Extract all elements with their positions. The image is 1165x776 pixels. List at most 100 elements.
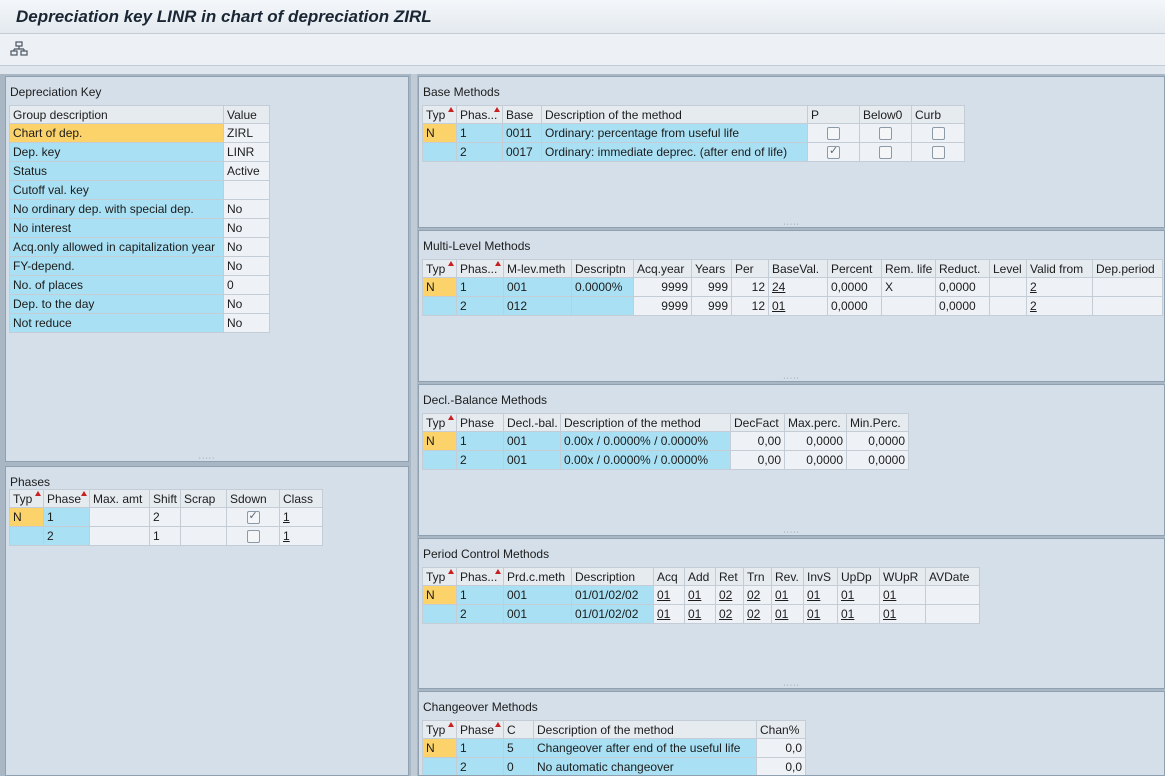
column-header-decl-bal[interactable]: Decl.-bal.	[503, 413, 561, 432]
ret-cell[interactable]: 02	[715, 604, 744, 624]
reduct-cell[interactable]: 0,0000	[935, 277, 990, 297]
wupr-link[interactable]: 01	[883, 588, 896, 602]
invs-link[interactable]: 01	[807, 588, 820, 602]
acq-year-cell[interactable]: 9999	[633, 277, 692, 297]
phas-cell[interactable]: 1	[456, 277, 504, 297]
typ-cell[interactable]	[422, 757, 457, 775]
rev-cell[interactable]: 01	[771, 604, 804, 624]
description-of-the-method-cell[interactable]: Changeover after end of the useful life	[533, 738, 757, 758]
m-lev-meth-cell[interactable]: 001	[503, 277, 572, 297]
value-cell[interactable]: No	[223, 313, 270, 333]
c-cell[interactable]: 0	[503, 757, 534, 775]
group-description-cell[interactable]: Not reduce	[9, 313, 224, 333]
column-header-decfact[interactable]: DecFact	[730, 413, 785, 432]
column-header-max-perc[interactable]: Max.perc.	[784, 413, 847, 432]
rem-life-cell[interactable]: X	[881, 277, 936, 297]
checkbox-checked[interactable]	[246, 509, 260, 525]
column-header-updp[interactable]: UpDp	[837, 567, 880, 586]
column-header-typ[interactable]: Typ	[422, 567, 457, 586]
table-row[interactable]: 2 0017 Ordinary: immediate deprec. (after …	[422, 142, 965, 162]
max-amt-cell[interactable]	[89, 507, 150, 527]
column-header-baseval[interactable]: BaseVal.	[768, 259, 828, 278]
description-cell[interactable]: Ordinary: percentage from useful life	[541, 123, 808, 143]
chan-cell[interactable]: 0,0	[756, 738, 806, 758]
years-cell[interactable]: 999	[691, 277, 732, 297]
group-description-cell[interactable]: FY-depend.	[9, 256, 224, 276]
updp-link[interactable]: 01	[841, 607, 854, 621]
column-header-typ[interactable]: Typ	[9, 489, 44, 508]
decfact-cell[interactable]: 0,00	[730, 450, 785, 470]
shift-cell[interactable]: 1	[149, 526, 181, 546]
acq-link[interactable]: 01	[657, 588, 670, 602]
reduct-cell[interactable]: 0,0000	[935, 296, 990, 316]
max-perc-cell[interactable]: 0,0000	[784, 431, 847, 451]
phase-cell[interactable]: 1	[43, 507, 90, 527]
baseval-cell[interactable]: 24	[768, 277, 828, 297]
dep-period-cell[interactable]	[1092, 277, 1163, 297]
trn-link[interactable]: 02	[747, 607, 760, 621]
typ-cell[interactable]	[422, 142, 457, 162]
shift-cell[interactable]: 2	[149, 507, 181, 527]
column-header-typ[interactable]: Typ	[422, 720, 457, 739]
column-header-typ[interactable]: Typ	[422, 259, 457, 278]
m-lev-meth-cell[interactable]: 012	[503, 296, 572, 316]
add-link[interactable]: 01	[688, 588, 701, 602]
group-description-cell[interactable]: Status	[9, 161, 224, 181]
phas-cell[interactable]: 2	[456, 296, 504, 316]
below0-cell[interactable]	[859, 142, 912, 162]
scrap-cell[interactable]	[180, 507, 227, 527]
phase-cell[interactable]: 1	[456, 738, 504, 758]
years-cell[interactable]: 999	[691, 296, 732, 316]
description-cell[interactable]: Ordinary: immediate deprec. (after end o…	[541, 142, 808, 162]
table-row[interactable]: 2 0 No automatic changeover 0,0	[422, 757, 806, 775]
rev-link[interactable]: 01	[775, 588, 788, 602]
typ-cell[interactable]: N	[422, 585, 457, 605]
base-cell[interactable]: 0011	[502, 123, 542, 143]
column-header-max-amt[interactable]: Max. amt	[89, 489, 150, 508]
table-row[interactable]: 2 001 0.00x / 0.0000% / 0.0000% 0,00 0,0000 0…	[422, 450, 909, 470]
value-cell[interactable]	[223, 180, 270, 200]
table-row[interactable]: Acq.only allowed in capitalization year N…	[9, 237, 270, 257]
column-header-per[interactable]: Per	[731, 259, 769, 278]
column-header-invs[interactable]: InvS	[803, 567, 838, 586]
checkbox-unchecked[interactable]	[931, 146, 945, 160]
column-header-min-perc[interactable]: Min.Perc.	[846, 413, 909, 432]
column-header-scrap[interactable]: Scrap	[180, 489, 227, 508]
typ-cell[interactable]: N	[422, 123, 457, 143]
phase-cell[interactable]: 2	[456, 450, 504, 470]
sdown-cell[interactable]	[226, 507, 280, 527]
wupr-cell[interactable]: 01	[879, 585, 926, 605]
column-header-trn[interactable]: Trn	[743, 567, 772, 586]
group-description-cell[interactable]: Cutoff val. key	[9, 180, 224, 200]
column-header-phas[interactable]: Phas...	[456, 105, 503, 124]
column-header-chan[interactable]: Chan%	[756, 720, 806, 739]
typ-cell[interactable]: N	[9, 507, 44, 527]
acq-cell[interactable]: 01	[653, 604, 685, 624]
table-row[interactable]: 2 1 1	[9, 526, 323, 546]
typ-cell[interactable]	[422, 296, 457, 316]
description-of-the-method-cell[interactable]: No automatic changeover	[533, 757, 757, 775]
table-row[interactable]: N 1 5 Changeover after end of the useful li…	[422, 738, 806, 758]
column-header-dep-period[interactable]: Dep.period	[1092, 259, 1163, 278]
add-cell[interactable]: 01	[684, 604, 716, 624]
avdate-cell[interactable]	[925, 585, 980, 605]
ret-cell[interactable]: 02	[715, 585, 744, 605]
percent-cell[interactable]: 0,0000	[827, 277, 882, 297]
table-row[interactable]: No ordinary dep. with special dep. No	[9, 199, 270, 219]
resize-grip[interactable]: ·····	[419, 529, 1164, 535]
ret-link[interactable]: 02	[719, 607, 732, 621]
column-header-curb[interactable]: Curb	[911, 105, 965, 124]
scrap-cell[interactable]	[180, 526, 227, 546]
ret-link[interactable]: 02	[719, 588, 732, 602]
table-row[interactable]: 2 012 9999 999 12 01 0,0000 0,0000 2	[422, 296, 1163, 316]
column-header-group-description[interactable]: Group description	[9, 105, 224, 124]
value-cell[interactable]: 0	[223, 275, 270, 295]
updp-cell[interactable]: 01	[837, 585, 880, 605]
column-header-shift[interactable]: Shift	[149, 489, 181, 508]
prd-c-meth-cell[interactable]: 001	[503, 604, 572, 624]
column-header-description-of-the-method[interactable]: Description of the method	[541, 105, 808, 124]
valid-from-link[interactable]: 2	[1030, 299, 1037, 313]
checkbox-checked[interactable]	[827, 144, 840, 160]
rem-life-cell[interactable]	[881, 296, 936, 316]
resize-grip[interactable]: ·····	[419, 375, 1164, 381]
